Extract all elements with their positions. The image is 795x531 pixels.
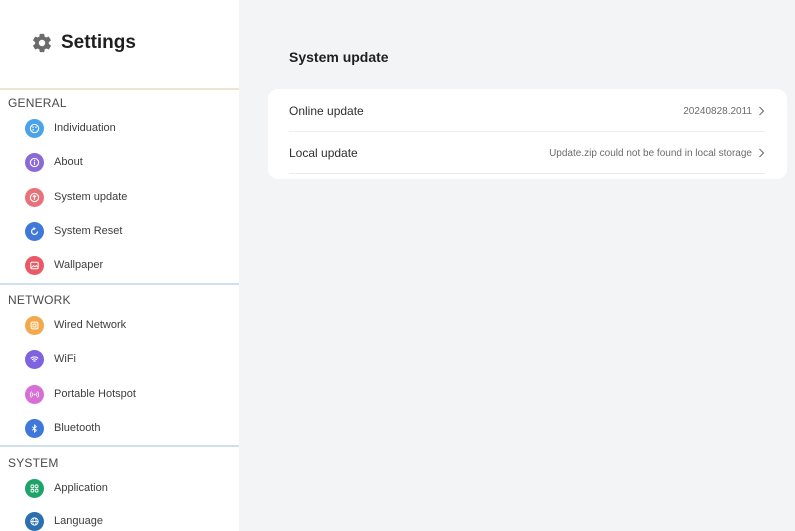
sidebar-item-label: System update	[54, 191, 128, 203]
sidebar: Settings GENERAL Individuation About Sys…	[0, 0, 239, 531]
section-label-network: NETWORK	[8, 293, 71, 307]
section-label-system: SYSTEM	[8, 456, 59, 470]
sidebar-item-application[interactable]: Application	[25, 477, 108, 499]
sidebar-item-label: Individuation	[54, 122, 116, 134]
gear-icon	[33, 33, 51, 53]
sidebar-item-bluetooth[interactable]: Bluetooth	[25, 417, 100, 439]
ethernet-icon	[25, 315, 44, 335]
sidebar-item-label: About	[54, 156, 83, 168]
section-divider-general	[0, 88, 239, 90]
sidebar-item-label: Language	[54, 515, 103, 527]
palette-icon	[25, 118, 44, 138]
online-update-row[interactable]: Online update 20240828.2011	[289, 91, 765, 132]
globe-icon	[25, 511, 44, 531]
chevron-right-icon	[759, 106, 765, 116]
local-update-row[interactable]: Local update Update.zip could not be fou…	[289, 133, 765, 174]
wifi-icon	[25, 349, 44, 369]
sidebar-title: Settings	[61, 32, 136, 53]
online-update-label: Online update	[289, 104, 364, 118]
sidebar-item-label: Portable Hotspot	[54, 388, 136, 400]
sidebar-item-individuation[interactable]: Individuation	[25, 117, 116, 139]
sidebar-item-label: Application	[54, 482, 108, 494]
sidebar-header: Settings	[31, 29, 136, 57]
upload-icon	[25, 187, 44, 207]
chevron-right-icon	[759, 148, 765, 158]
reset-icon	[25, 221, 44, 241]
section-divider-network	[0, 283, 239, 285]
sidebar-item-label: System Reset	[54, 225, 123, 237]
bluetooth-icon	[25, 418, 44, 438]
page-title: System update	[289, 49, 389, 65]
info-icon	[25, 152, 44, 172]
settings-app: Settings GENERAL Individuation About Sys…	[0, 0, 795, 531]
sidebar-item-system-update[interactable]: System update	[25, 186, 127, 208]
local-update-status: Update.zip could not be found in local s…	[549, 147, 752, 159]
sidebar-item-wallpaper[interactable]: Wallpaper	[25, 254, 103, 276]
hotspot-icon	[25, 384, 44, 404]
sidebar-item-label: Bluetooth	[54, 422, 101, 434]
sidebar-item-system-reset[interactable]: System Reset	[25, 220, 122, 242]
sidebar-item-label: Wired Network	[54, 319, 127, 331]
local-update-label: Local update	[289, 146, 358, 160]
sidebar-item-wired-network[interactable]: Wired Network	[25, 314, 126, 336]
sidebar-item-label: WiFi	[54, 353, 76, 365]
sidebar-item-wifi[interactable]: WiFi	[25, 348, 76, 370]
update-options-card: Online update 20240828.2011 Local update…	[268, 89, 787, 179]
image-icon	[25, 255, 44, 275]
online-update-value-wrap: 20240828.2011	[683, 106, 765, 117]
online-update-version: 20240828.2011	[683, 105, 752, 117]
sidebar-item-portable-hotspot[interactable]: Portable Hotspot	[25, 383, 136, 405]
local-update-value-wrap: Update.zip could not be found in local s…	[549, 148, 765, 159]
sidebar-item-language[interactable]: Language	[25, 510, 103, 531]
apps-icon	[25, 478, 44, 498]
section-divider-system	[0, 445, 239, 447]
sidebar-item-label: Wallpaper	[54, 259, 104, 271]
section-label-general: GENERAL	[8, 96, 67, 110]
sidebar-item-about[interactable]: About	[25, 151, 83, 173]
